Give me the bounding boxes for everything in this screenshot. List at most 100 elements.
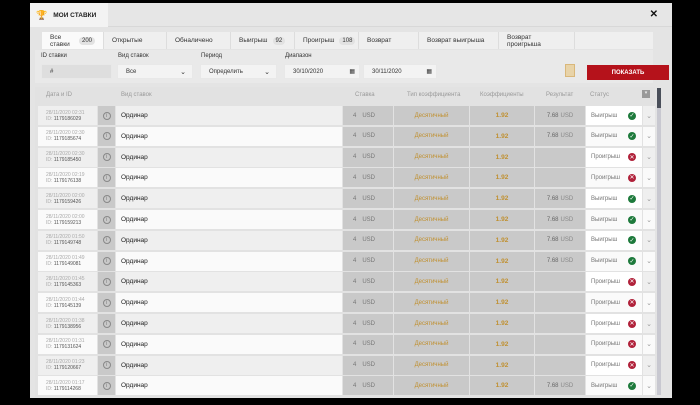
tab-3[interactable]: Выигрыш 92 [231,32,295,49]
info-icon[interactable]: i [98,210,115,229]
check-circle-icon: ✓ [628,215,636,224]
id-prefix: ID: [46,365,53,372]
expand-chevron-icon[interactable]: ⌄ [643,106,655,125]
table-row[interactable]: 28/11/2020 02:00 ID: 1179159213 i Ордина… [38,210,655,229]
col-status: Статус [590,92,609,98]
scrollbar-thumb[interactable] [657,88,661,108]
info-icon[interactable]: i [98,189,115,209]
info-icon[interactable]: i [98,251,115,271]
info-icon[interactable]: i [98,334,115,354]
date-id-cell: 28/11/2020 02:30 ID: 1179185674 [38,126,97,146]
status-cell: Проигрыш ✕ [586,272,642,292]
bet-id-input[interactable]: # [41,64,112,79]
table-row[interactable]: 28/11/2020 02:30 ID: 1179185674 i Ордина… [38,126,655,146]
expand-chevron-icon[interactable]: ⌄ [643,314,655,333]
info-icon[interactable]: i [98,126,115,146]
table-row[interactable]: 28/11/2020 02:00 ID: 1179159426 i Ордина… [38,189,655,209]
result-cell: 7.68 USD [535,189,585,209]
expand-chevron-icon[interactable]: ⌄ [643,126,655,146]
bet-type-select[interactable]: Все ⌄ [117,64,193,79]
expand-chevron-icon[interactable]: ⌄ [643,334,655,354]
info-icon[interactable]: i [98,168,115,188]
stake-currency: USD [362,382,376,389]
date-id-cell: 28/11/2020 01:23 ID: 1179120667 [38,355,97,375]
stake-amount: 4 [353,299,357,306]
info-icon[interactable]: i [98,272,115,292]
close-icon[interactable]: ✕ [650,9,658,20]
odds-type: Десятичный [394,189,469,209]
status-text: Выигрыш [591,237,618,244]
table-row[interactable]: 28/11/2020 01:50 ID: 1179149748 i Ордина… [38,230,655,250]
table-row[interactable]: 28/11/2020 01:23 ID: 1179120667 i Ордина… [38,355,655,375]
table-row[interactable]: 28/11/2020 01:44 ID: 1179145139 i Ордина… [38,293,655,313]
show-button[interactable]: ПОКАЗАТЬ [587,65,669,80]
tab-6[interactable]: Возврат выигрыша [419,32,499,49]
calendar-icon[interactable]: ▦ [349,68,355,75]
info-icon[interactable]: i [98,293,115,313]
window-title: МОИ СТАВКИ [53,11,97,19]
period-select[interactable]: Определить ⌄ [200,64,277,79]
bet-type: Ординар [116,147,342,167]
date-id-cell: 28/11/2020 01:49 ID: 1179149081 [38,251,97,271]
trophy-icon: 🏆 [36,9,48,20]
calendar-icon[interactable]: ▦ [426,68,432,75]
odds-type: Десятичный [394,147,469,167]
status-cell: Выигрыш ✓ [586,189,642,209]
result-cell: 7.68 USD [535,210,585,229]
column-settings-icon[interactable]: ▾ [642,90,650,98]
clipboard-icon[interactable] [565,64,575,77]
table-row[interactable]: 28/11/2020 02:31 ID: 1179186029 i Ордина… [38,106,655,125]
table-row[interactable]: 28/11/2020 02:30 ID: 1179185450 i Ордина… [38,147,655,167]
date-id-cell: 28/11/2020 01:45 ID: 1179145363 [38,272,97,292]
expand-chevron-icon[interactable]: ⌄ [643,230,655,250]
tab-2[interactable]: Обналичено [167,32,231,49]
expand-chevron-icon[interactable]: ⌄ [643,355,655,375]
expand-chevron-icon[interactable]: ⌄ [643,168,655,188]
expand-chevron-icon[interactable]: ⌄ [643,147,655,167]
tab-4[interactable]: Проигрыш 108 [295,32,359,49]
table-row[interactable]: 28/11/2020 01:38 ID: 1179138956 i Ордина… [38,314,655,333]
expand-chevron-icon[interactable]: ⌄ [643,376,655,396]
stake-currency: USD [362,278,376,285]
expand-chevron-icon[interactable]: ⌄ [643,251,655,271]
table-row[interactable]: 28/11/2020 01:45 ID: 1179145363 i Ордина… [38,272,655,292]
range-label: Диапазон [285,53,312,59]
tab-7[interactable]: Возврат проигрыша [499,32,575,49]
result-currency: USD [560,133,574,140]
expand-chevron-icon[interactable]: ⌄ [643,272,655,292]
table-row[interactable]: 28/11/2020 01:31 ID: 1179131624 i Ордина… [38,334,655,354]
table-row[interactable]: 28/11/2020 02:19 ID: 1179176138 i Ордина… [38,168,655,188]
info-icon[interactable]: i [98,230,115,250]
table-row[interactable]: 28/11/2020 01:17 ID: 1179114268 i Ордина… [38,376,655,396]
tab-1[interactable]: Открытые [104,32,167,49]
info-icon[interactable]: i [98,314,115,333]
info-icon[interactable]: i [98,106,115,125]
stake-amount: 4 [353,154,357,161]
info-icon[interactable]: i [98,355,115,375]
date-id-cell: 28/11/2020 02:31 ID: 1179186029 [38,106,97,125]
scrollbar[interactable] [657,88,661,395]
result-cell: 7.68 USD [535,126,585,146]
status-cell: Проигрыш ✕ [586,334,642,354]
date-to-input[interactable]: 30/11/2020 ▦ [363,64,437,79]
x-circle-icon: ✕ [628,173,636,182]
expand-chevron-icon[interactable]: ⌄ [643,189,655,209]
bet-type: Ординар [116,168,342,188]
tab-0[interactable]: Все ставки 200 [42,32,104,49]
bet-type: Ординар [116,106,342,125]
status-text: Выигрыш [591,216,618,223]
expand-chevron-icon[interactable]: ⌄ [643,210,655,229]
x-circle-icon: ✕ [628,361,636,370]
info-icon[interactable]: i [98,376,115,396]
tab-label: Возврат проигрыша [507,33,541,48]
expand-chevron-icon[interactable]: ⌄ [643,293,655,313]
table-row[interactable]: 28/11/2020 01:49 ID: 1179149081 i Ордина… [38,251,655,271]
col-date-id: Дата и ID [46,92,72,98]
bet-id: 1179159213 [53,219,82,226]
x-circle-icon: ✕ [628,153,636,162]
date-id-cell: 28/11/2020 02:00 ID: 1179159213 [38,210,97,229]
x-circle-icon: ✕ [628,298,636,307]
info-icon[interactable]: i [98,147,115,167]
date-from-input[interactable]: 30/10/2020 ▦ [284,64,360,79]
tab-5[interactable]: Возврат [359,32,419,49]
